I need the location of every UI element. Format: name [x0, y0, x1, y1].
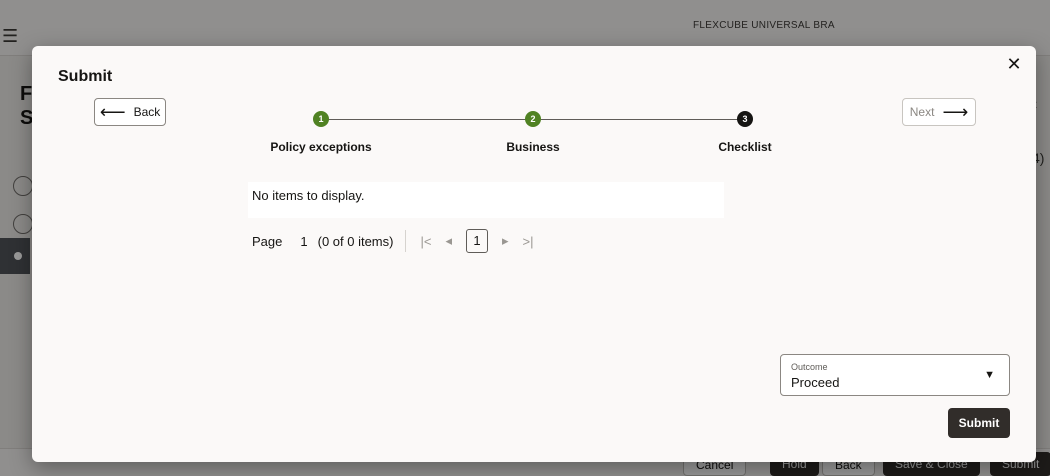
- step-2-marker[interactable]: 2: [525, 111, 541, 127]
- back-button-label: Back: [133, 105, 161, 119]
- empty-message: No items to display.: [252, 188, 365, 203]
- close-icon[interactable]: ✕: [1000, 50, 1028, 78]
- next-button-label: Next: [909, 105, 935, 119]
- pager-divider: [405, 230, 407, 252]
- page-number: 1: [300, 233, 308, 249]
- previous-page-icon[interactable]: ◂: [445, 233, 452, 249]
- outcome-select[interactable]: Outcome Proceed ▼: [780, 354, 1010, 396]
- submit-button[interactable]: Submit: [948, 408, 1010, 438]
- back-button[interactable]: ⟵ Back: [94, 98, 166, 126]
- outcome-label: Outcome: [791, 362, 828, 372]
- pagination: Page 1 (0 of 0 items) |< ◂ 1 ▸ >|: [252, 228, 547, 254]
- current-page-input[interactable]: 1: [465, 229, 488, 253]
- outcome-value: Proceed: [791, 375, 840, 390]
- caret-down-icon: ▼: [984, 369, 995, 381]
- items-info: (0 of 0 items): [317, 233, 394, 249]
- next-page-icon[interactable]: ▸: [502, 233, 509, 249]
- stepper-connector: [540, 119, 738, 120]
- submit-dialog: Submit ✕ ⟵ Back Next ⟶ 1 2 3 Policy exce…: [32, 46, 1036, 462]
- step-3-label: Checklist: [718, 140, 772, 154]
- step-1-label: Policy exceptions: [270, 140, 372, 154]
- last-page-icon[interactable]: >|: [523, 234, 534, 249]
- arrow-left-icon: ⟵: [99, 102, 126, 122]
- page-label: Page: [252, 233, 283, 249]
- first-page-icon[interactable]: |<: [420, 234, 431, 249]
- step-1-marker[interactable]: 1: [313, 111, 329, 127]
- step-3-marker[interactable]: 3: [737, 111, 753, 127]
- stepper-connector: [328, 119, 534, 120]
- checklist-table: No items to display.: [248, 182, 724, 218]
- step-2-label: Business: [506, 140, 560, 154]
- dialog-title: Submit: [58, 68, 113, 85]
- next-button[interactable]: Next ⟶: [902, 98, 976, 126]
- arrow-right-icon: ⟶: [942, 102, 969, 122]
